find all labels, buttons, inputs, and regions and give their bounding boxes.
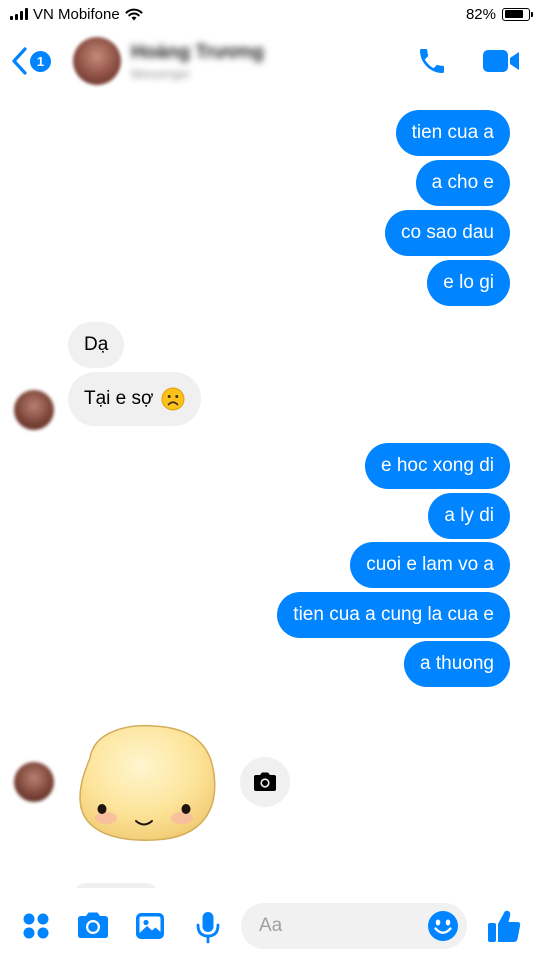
camera-icon (78, 912, 108, 938)
message-input-wrapper[interactable] (241, 903, 467, 949)
camera-button[interactable] (76, 911, 110, 939)
video-camera-icon[interactable] (482, 47, 520, 75)
message-outgoing[interactable]: a thuong (404, 641, 510, 687)
contact-name: Hoàng Trương (131, 41, 264, 63)
message-incoming[interactable]: Dạ (68, 322, 125, 368)
message-outgoing[interactable]: a cho e (415, 160, 510, 206)
battery-icon (502, 7, 533, 21)
message-outgoing[interactable]: tien cua a cung la cua e (277, 592, 510, 638)
header-actions (416, 45, 520, 77)
signal-icon (10, 8, 28, 20)
contact-avatar[interactable] (73, 37, 121, 85)
contact-info[interactable]: Hoàng Trương Messenger (131, 42, 416, 81)
emoji-button[interactable] (427, 910, 459, 947)
thumbs-up-button[interactable] (486, 908, 522, 944)
message-outgoing[interactable]: e lo gi (427, 260, 510, 306)
message-outgoing[interactable]: a ly di (428, 493, 510, 539)
sticker-blob-face[interactable] (74, 720, 218, 844)
contact-subtitle: Messenger (131, 66, 191, 81)
message-incoming[interactable]: Tại e sợ (68, 372, 202, 426)
microphone-icon (196, 912, 220, 944)
contact-avatar-small[interactable] (14, 762, 54, 802)
status-bar: VN Mobifone 82% (0, 0, 540, 28)
status-right: 82% (465, 5, 533, 23)
battery-percent: 82% (465, 5, 496, 23)
microphone-button[interactable] (195, 910, 221, 944)
contact-avatar-small[interactable] (14, 390, 54, 430)
image-button[interactable] (134, 911, 166, 941)
sticker-camera-button[interactable] (240, 757, 290, 807)
back-button[interactable]: 1 (10, 46, 51, 76)
message-incoming-text: Tại e sợ (84, 388, 154, 409)
message-outgoing[interactable]: cuoi e lam vo a (350, 542, 510, 588)
frowning-face-icon (161, 387, 185, 411)
message-outgoing[interactable]: co sao dau (385, 210, 510, 256)
emoji-icon (428, 911, 458, 941)
conversation-header: 1 Hoàng Trương Messenger (0, 28, 540, 94)
apps-grid-button[interactable] (22, 912, 50, 940)
status-left: VN Mobifone (10, 6, 143, 23)
phone-icon[interactable] (416, 45, 448, 77)
camera-icon (254, 772, 276, 791)
image-icon (136, 913, 164, 939)
message-outgoing[interactable]: e hoc xong di (364, 443, 510, 489)
wifi-icon (125, 8, 143, 20)
carrier-name: VN Mobifone (33, 5, 120, 23)
back-chevron-icon (12, 47, 27, 75)
message-outgoing[interactable]: tien cua a (395, 110, 510, 156)
apps-grid-icon (23, 913, 49, 939)
message-input[interactable] (259, 915, 409, 937)
unread-badge: 1 (30, 50, 51, 72)
thumbs-up-icon (488, 910, 521, 942)
